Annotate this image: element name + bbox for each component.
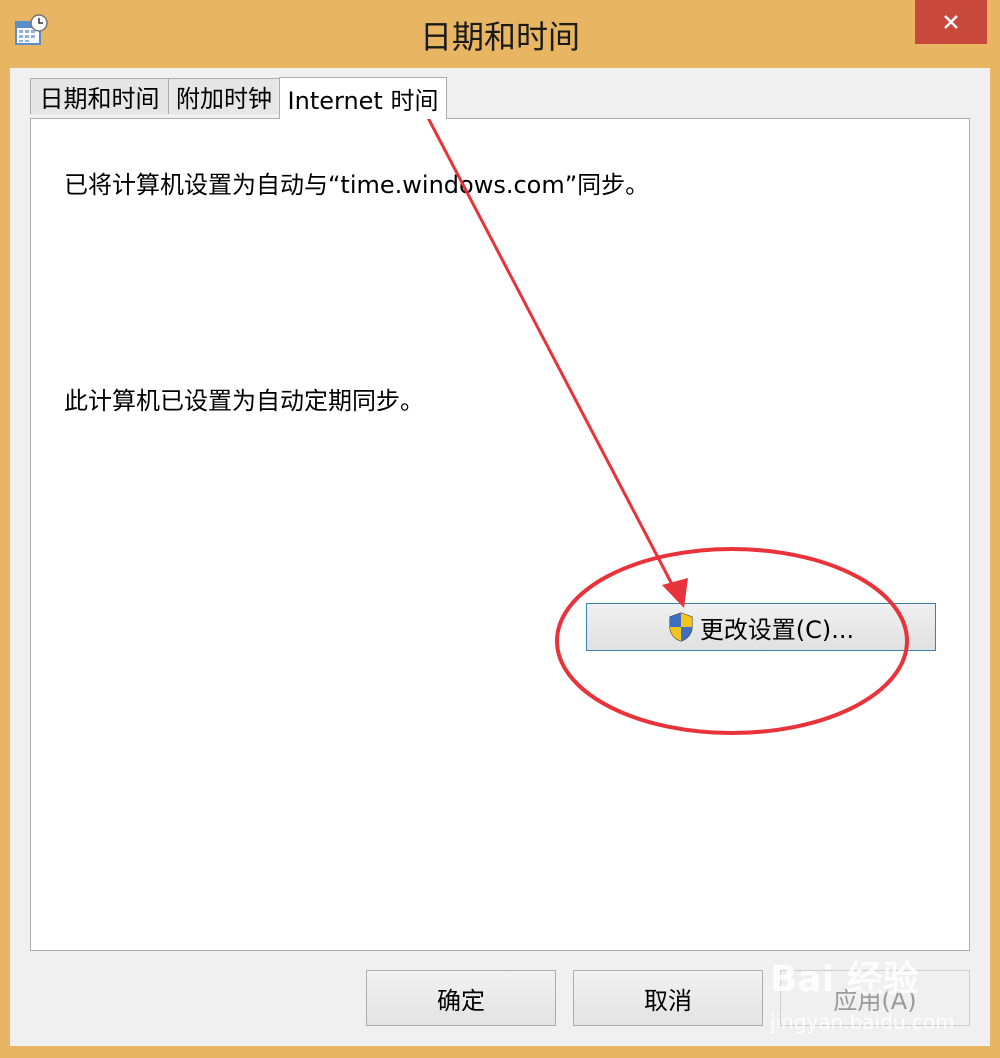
auto-sync-text: 此计算机已设置为自动定期同步。 (64, 387, 424, 415)
sync-server-text: 已将计算机设置为自动与“time.windows.com”同步。 (64, 171, 650, 199)
tab-panel-internet-time: 已将计算机设置为自动与“time.windows.com”同步。 此计算机已设置… (30, 118, 970, 951)
tab-additional-clocks[interactable]: 附加时钟 (168, 78, 280, 114)
change-settings-button[interactable]: 更改设置(C)... (586, 603, 936, 651)
title-bar[interactable]: 日期和时间 (0, 0, 1000, 68)
close-icon (944, 15, 958, 29)
date-time-dialog: 日期和时间 日期和时间 附加时钟 Internet 时间 已将计算机设置为自动与… (0, 0, 1000, 1058)
change-settings-label: 更改设置(C)... (699, 615, 855, 644)
close-button[interactable] (915, 0, 987, 44)
window-title: 日期和时间 (419, 18, 580, 56)
ok-button[interactable]: 确定 (366, 970, 556, 1026)
baidu-watermark: Bai 经验 jingyan.baidu.com (770, 950, 990, 1040)
tab-date-time[interactable]: 日期和时间 (30, 78, 169, 114)
dialog-client-area: 日期和时间 附加时钟 Internet 时间 已将计算机设置为自动与“time.… (10, 68, 990, 1046)
tab-internet-time[interactable]: Internet 时间 (279, 77, 447, 119)
uac-shield-icon (669, 612, 693, 642)
watermark-logo: Bai 经验 (770, 959, 919, 1000)
cancel-button[interactable]: 取消 (573, 970, 763, 1026)
watermark-url: jingyan.baidu.com (770, 1010, 955, 1034)
